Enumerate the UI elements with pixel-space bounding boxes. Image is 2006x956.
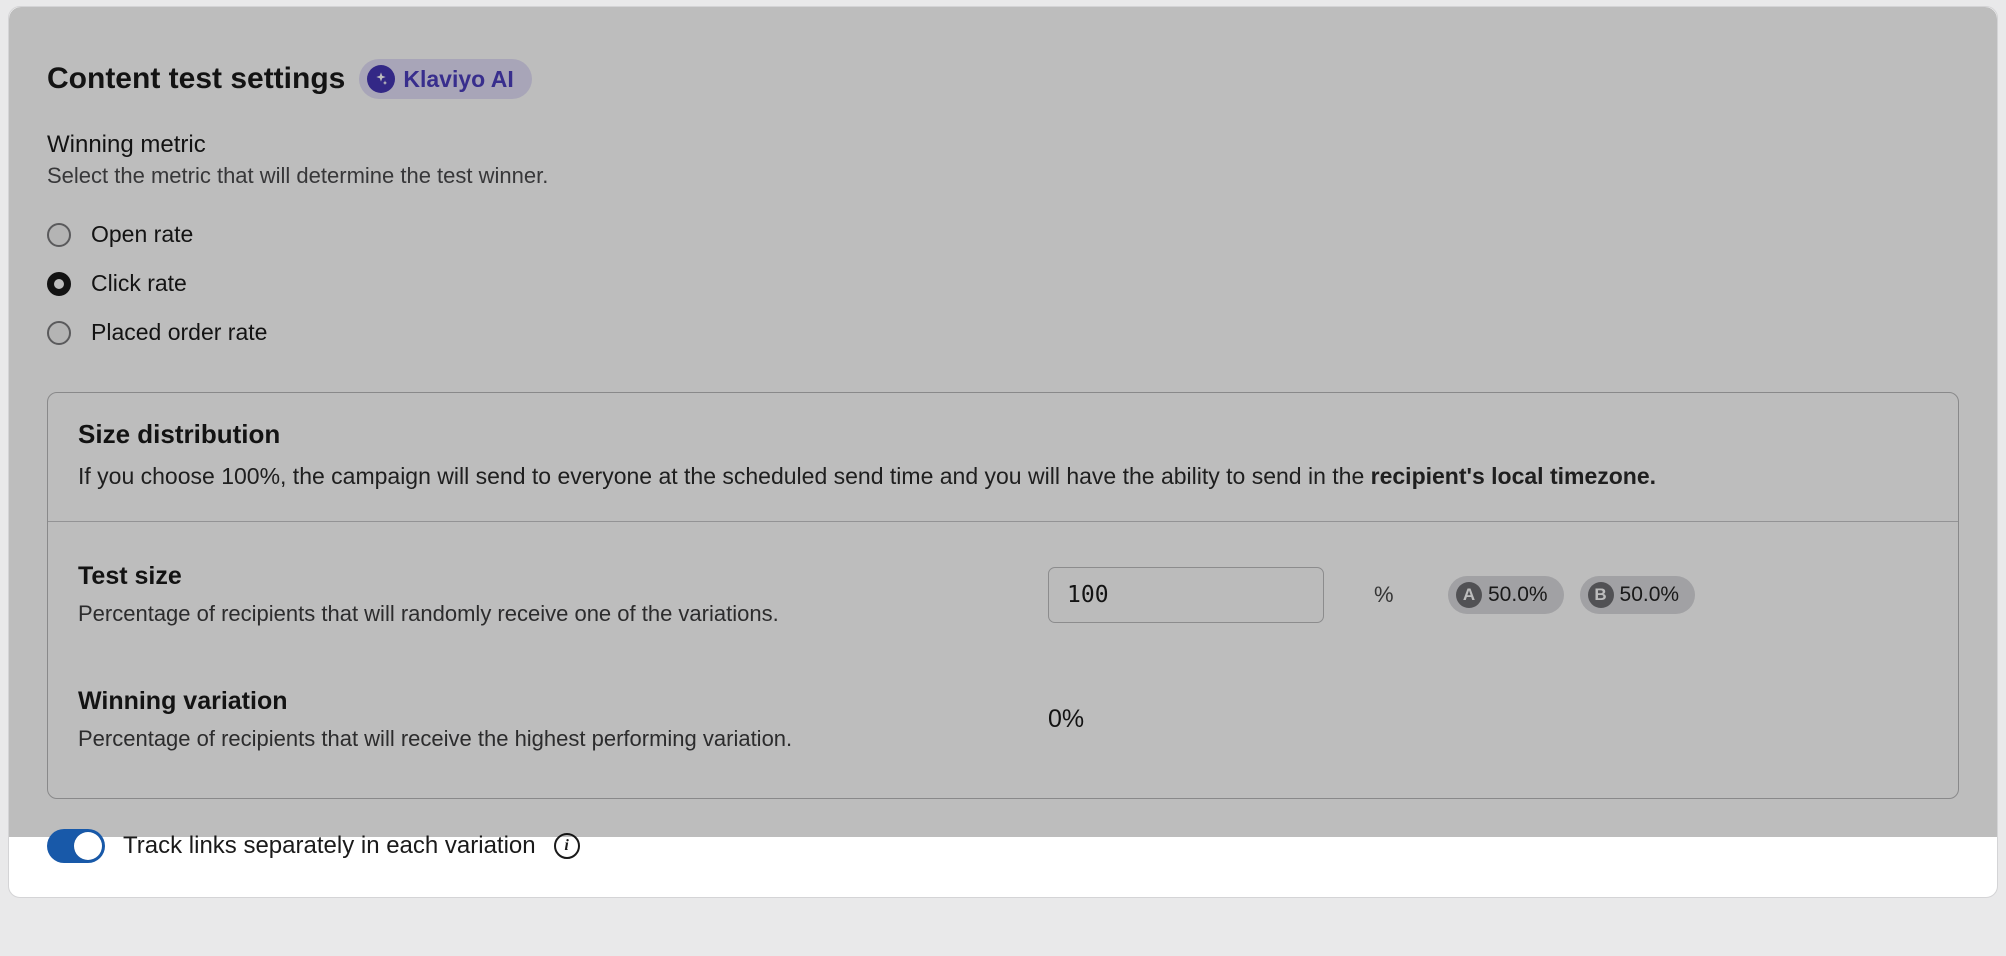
ai-badge-label: Klaviyo AI <box>403 66 513 93</box>
variation-letter-a-icon: A <box>1456 582 1482 608</box>
winning-metric-label: Winning metric <box>47 131 1959 159</box>
test-size-desc: Percentage of recipients that will rando… <box>78 601 1028 627</box>
radio-label: Placed order rate <box>91 319 267 346</box>
radio-placed-order-rate[interactable]: Placed order rate <box>47 319 1959 346</box>
radio-label: Click rate <box>91 270 187 297</box>
radio-open-rate[interactable]: Open rate <box>47 221 1959 248</box>
panel-title: Content test settings <box>47 62 345 96</box>
content-test-settings-panel: Content test settings Klaviyo AI Winning… <box>8 6 1998 898</box>
variation-a-pill: A 50.0% <box>1448 576 1564 614</box>
winning-variation-value: 0% <box>1048 705 1428 734</box>
test-size-input[interactable] <box>1065 581 1364 609</box>
toggle-knob-icon <box>74 832 102 860</box>
info-icon[interactable]: i <box>554 833 580 859</box>
variation-letter-b-icon: B <box>1588 582 1614 608</box>
radio-icon <box>47 223 71 247</box>
radio-click-rate[interactable]: Click rate <box>47 270 1959 297</box>
note-prefix: If you choose 100%, the campaign will se… <box>78 463 1371 489</box>
size-distribution-title: Size distribution <box>78 419 1928 450</box>
track-links-toggle[interactable] <box>47 829 105 863</box>
variation-b-pill: B 50.0% <box>1580 576 1696 614</box>
percent-unit: % <box>1374 582 1394 608</box>
test-size-input-wrap: % <box>1048 567 1324 623</box>
winning-metric-description: Select the metric that will determine th… <box>47 163 1959 189</box>
variation-a-pct: 50.0% <box>1488 583 1548 607</box>
note-bold: recipient's local timezone. <box>1371 463 1656 489</box>
size-distribution-note: If you choose 100%, the campaign will se… <box>78 460 1928 493</box>
track-links-label: Track links separately in each variation <box>123 832 536 860</box>
winning-metric-radio-group: Open rate Click rate Placed order rate <box>47 221 1959 346</box>
size-distribution-box: Size distribution If you choose 100%, th… <box>47 392 1959 799</box>
winning-variation-desc: Percentage of recipients that will recei… <box>78 726 1028 752</box>
klaviyo-ai-badge[interactable]: Klaviyo AI <box>359 59 531 99</box>
sparkle-icon <box>367 65 395 93</box>
radio-icon <box>47 272 71 296</box>
variation-b-pct: 50.0% <box>1620 583 1680 607</box>
winning-variation-title: Winning variation <box>78 687 1028 716</box>
radio-label: Open rate <box>91 221 193 248</box>
radio-icon <box>47 321 71 345</box>
variation-split-pills: A 50.0% B 50.0% <box>1448 576 1928 614</box>
test-size-title: Test size <box>78 562 1028 591</box>
